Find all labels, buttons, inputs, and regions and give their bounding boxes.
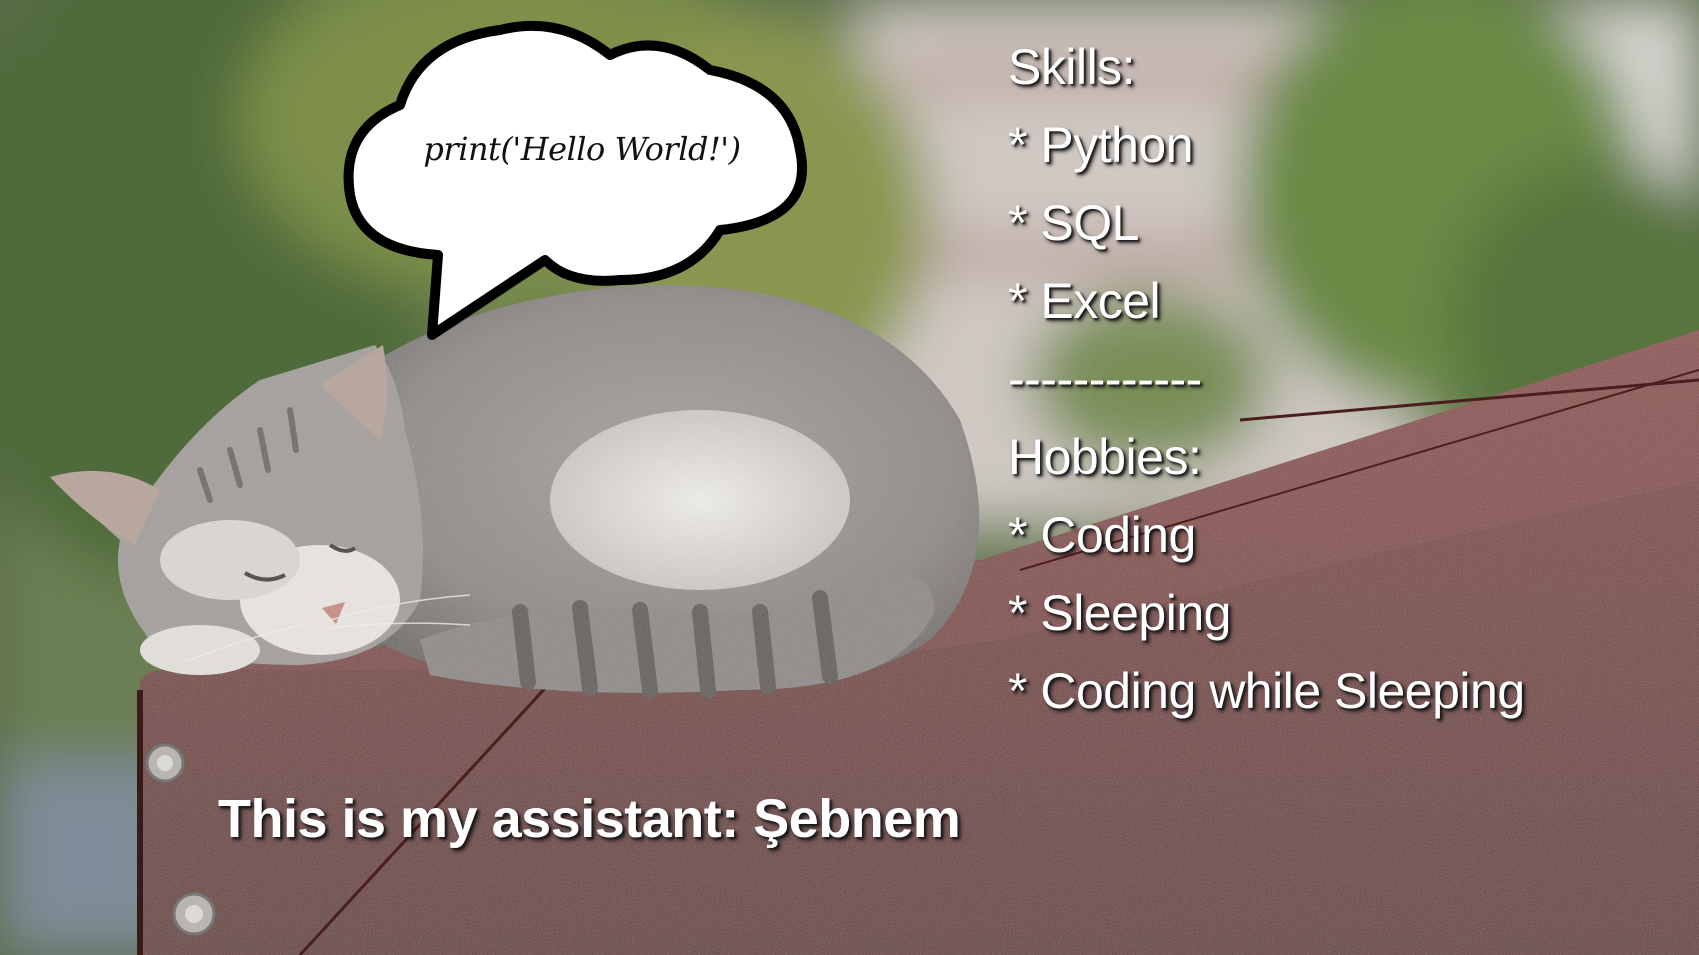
photo-scene: print('Hello World!') Skills: * Python *…	[0, 0, 1699, 955]
profile-text-block: Skills: * Python * SQL * Excel ---------…	[1008, 28, 1688, 730]
profile-line-divider: ------------	[1008, 351, 1202, 407]
speech-bubble-text: print('Hello World!')	[423, 130, 741, 168]
profile-line-hobbies-heading: Hobbies:	[1008, 429, 1202, 485]
profile-line-python: * Python	[1008, 117, 1194, 173]
profile-line-sql: * SQL	[1008, 195, 1139, 251]
profile-line-sleeping: * Sleeping	[1008, 585, 1231, 641]
profile-line-coding: * Coding	[1008, 507, 1196, 563]
profile-line-excel: * Excel	[1008, 273, 1161, 329]
caption-text: This is my assistant: Şebnem	[218, 789, 961, 849]
profile-line-coding-while-sleeping: * Coding while Sleeping	[1008, 663, 1525, 719]
profile-line-skills-heading: Skills:	[1008, 39, 1136, 95]
